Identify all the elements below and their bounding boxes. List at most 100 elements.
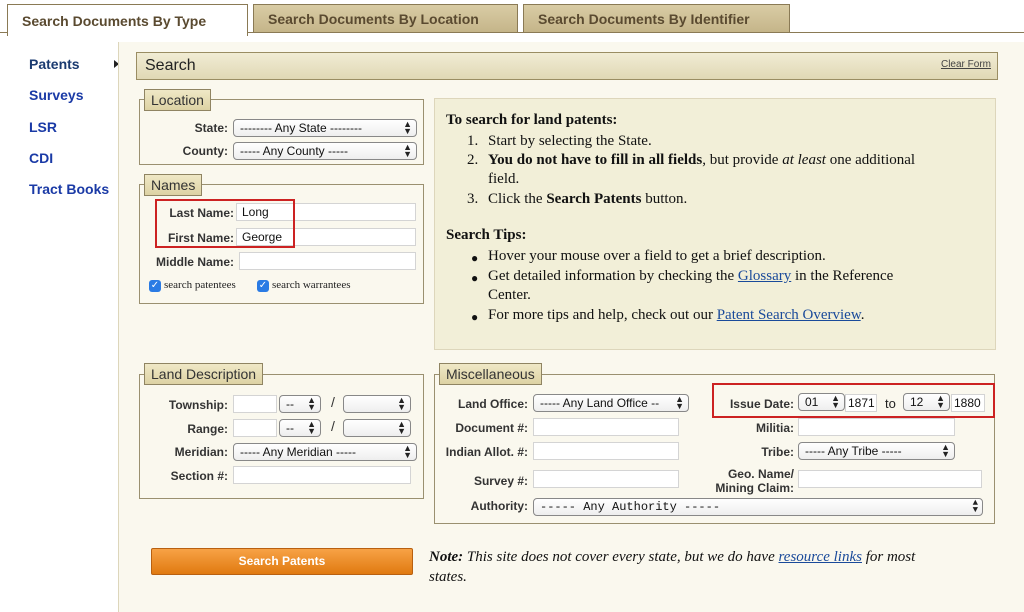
location-legend: Location — [144, 89, 211, 111]
up-down-arrow-icon: ▲ ▼ — [941, 442, 950, 459]
state-select-value: -------- Any State -------- — [240, 121, 362, 135]
indian-allotment-input[interactable] — [533, 442, 679, 460]
sidebar-nav — [0, 42, 118, 612]
up-down-arrow-icon: ▲ ▼ — [307, 395, 316, 412]
state-select[interactable]: -------- Any State -------- ▲ ▼ — [233, 119, 417, 137]
bullet-icon: ● — [471, 271, 479, 285]
up-down-arrow-icon: ▲ ▼ — [972, 498, 978, 515]
tribe-label: Tribe: — [761, 445, 794, 459]
county-select[interactable]: ----- Any County ----- ▲ ▼ — [233, 142, 417, 160]
meridian-select[interactable]: ----- Any Meridian ----- ▲ ▼ — [233, 443, 417, 461]
up-down-arrow-icon: ▲ ▼ — [397, 419, 406, 436]
tab-label: Search Documents By Type — [22, 12, 207, 29]
instructions-box: To search for land patents: 1. Start by … — [434, 98, 996, 350]
sidebar-item-cdi[interactable]: CDI — [29, 150, 53, 166]
tab-search-by-type[interactable]: Search Documents By Type — [7, 4, 248, 36]
geo-name-label-line2: Mining Claim: — [715, 481, 794, 495]
highlight-box-names — [155, 199, 295, 248]
tips-heading: Search Tips: — [446, 227, 527, 243]
step-3-part: button. — [641, 191, 688, 207]
coverage-note: Note: This site does not cover every sta… — [429, 547, 999, 587]
township-input[interactable] — [233, 395, 277, 413]
step-3-part: Click the — [488, 191, 543, 207]
tip-2-text-line2: Center. — [488, 287, 531, 303]
bullet-icon: ● — [471, 251, 479, 265]
authority-select-value: ----- Any Authority ----- — [540, 500, 721, 514]
tip-3-part: For more tips and help, check out our — [488, 307, 717, 323]
search-patentees-checkbox[interactable]: ✓ — [149, 280, 161, 292]
step-2-part: , but provide — [702, 152, 783, 168]
meridian-select-value: ----- Any Meridian ----- — [240, 445, 356, 459]
range-fraction-select[interactable]: ▲ ▼ — [343, 419, 411, 437]
range-direction-value: -- — [286, 421, 294, 435]
land-office-select[interactable]: ----- Any Land Office -- ▲ ▼ — [533, 394, 689, 412]
tab-search-by-location[interactable]: Search Documents By Location — [253, 4, 518, 33]
up-down-arrow-icon: ▲ ▼ — [397, 395, 406, 412]
township-fraction-select[interactable]: ▲ ▼ — [343, 395, 411, 413]
step-2-italic: at least — [782, 152, 826, 168]
tab-label: Search Documents By Identifier — [538, 11, 750, 27]
document-number-label: Document #: — [455, 421, 528, 435]
up-down-arrow-icon: ▲ ▼ — [403, 142, 412, 159]
step-2-part: one additional — [825, 152, 916, 168]
tip-2-text: Get detailed information by checking the… — [488, 268, 893, 285]
tribe-select[interactable]: ----- Any Tribe ----- ▲ ▼ — [798, 442, 955, 460]
up-down-arrow-icon: ▲ ▼ — [307, 419, 316, 436]
step-1-text: Start by selecting the State. — [488, 133, 652, 149]
survey-number-input[interactable] — [533, 470, 679, 488]
township-label: Township: — [168, 398, 228, 412]
slash-separator: / — [331, 418, 335, 434]
authority-label: Authority: — [470, 499, 528, 513]
militia-input[interactable] — [798, 418, 955, 436]
tip-3-part: . — [860, 307, 865, 323]
resource-links-link[interactable]: resource links — [779, 549, 862, 565]
tab-label: Search Documents By Location — [268, 11, 479, 27]
note-text: states. — [429, 569, 467, 585]
glossary-link[interactable]: Glossary — [738, 268, 791, 284]
step-number: 1. — [467, 133, 479, 149]
township-direction-value: -- — [286, 397, 294, 411]
range-label: Range: — [187, 422, 228, 436]
authority-select[interactable]: ----- Any Authority ----- ▲ ▼ — [533, 498, 983, 516]
range-direction-select[interactable]: -- ▲ ▼ — [279, 419, 321, 437]
township-direction-select[interactable]: -- ▲ ▼ — [279, 395, 321, 413]
meridian-label: Meridian: — [174, 445, 228, 459]
section-label: Section #: — [170, 469, 228, 483]
step-3-bold: Search Patents — [546, 191, 642, 207]
tab-search-by-identifier[interactable]: Search Documents By Identifier — [523, 4, 790, 33]
range-input[interactable] — [233, 419, 277, 437]
miscellaneous-legend: Miscellaneous — [439, 363, 542, 385]
patent-search-overview-link[interactable]: Patent Search Overview — [717, 307, 861, 323]
geo-name-label: Geo. Name/Mining Claim: — [686, 467, 794, 495]
slash-separator: / — [331, 394, 335, 410]
bullet-icon: ● — [471, 310, 479, 324]
document-number-input[interactable] — [533, 418, 679, 436]
geo-name-input[interactable] — [798, 470, 982, 488]
tip-1-text: Hover your mouse over a field to get a b… — [488, 248, 826, 264]
sidebar-item-patents[interactable]: Patents — [29, 56, 80, 72]
land-office-select-value: ----- Any Land Office -- — [540, 396, 660, 410]
middle-name-label: Middle Name: — [155, 255, 234, 269]
search-warrantees-checkbox[interactable]: ✓ — [257, 280, 269, 292]
step-number: 2. — [467, 152, 479, 168]
tip-3-text: For more tips and help, check out our Pa… — [488, 307, 864, 324]
step-2-text: You do not have to fill in all fields, b… — [488, 152, 915, 169]
tip-2-part: Get detailed information by checking the — [488, 268, 738, 284]
land-description-legend: Land Description — [144, 363, 264, 385]
sidebar-item-lsr[interactable]: LSR — [29, 119, 57, 135]
up-down-arrow-icon: ▲ ▼ — [403, 119, 412, 136]
clear-form-link[interactable]: Clear Form — [941, 59, 991, 70]
tribe-select-value: ----- Any Tribe ----- — [805, 444, 902, 458]
sidebar-item-tract-books[interactable]: Tract Books — [29, 181, 109, 197]
tip-2-part: in the Reference — [791, 268, 894, 284]
search-header: Search Clear Form — [136, 52, 998, 80]
section-input[interactable] — [233, 466, 411, 484]
search-patents-button[interactable]: Search Patents — [151, 548, 413, 575]
survey-number-label: Survey #: — [473, 474, 528, 488]
sidebar-item-surveys[interactable]: Surveys — [29, 87, 83, 103]
step-2-bold: You do not have to fill in all fields — [488, 152, 703, 168]
search-warrantees-label: search warrantees — [272, 279, 351, 291]
middle-name-input[interactable] — [239, 252, 416, 270]
names-legend: Names — [144, 174, 203, 196]
note-text: This site does not cover every state, bu… — [463, 549, 779, 565]
